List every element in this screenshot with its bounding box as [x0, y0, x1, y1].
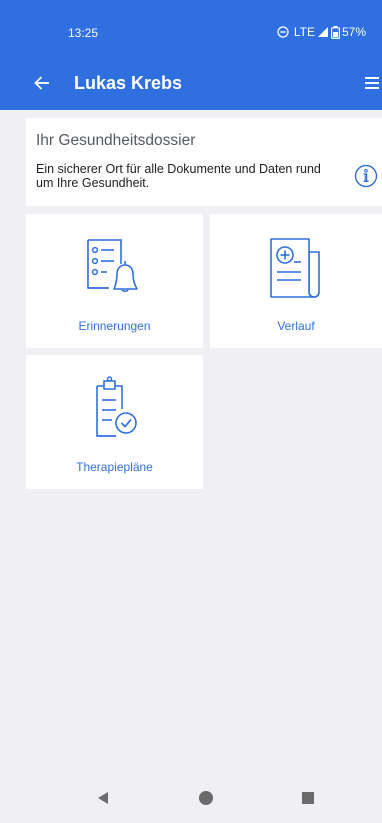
- battery-label: 57%: [341, 25, 366, 39]
- nav-home-icon[interactable]: [198, 790, 214, 806]
- battery-icon: [330, 25, 340, 39]
- tile-label: Erinnerungen: [78, 319, 151, 333]
- tile-therapieplaene[interactable]: Therapiepläne: [26, 355, 203, 489]
- system-nav-bar: [0, 771, 382, 823]
- page-title: Lukas Krebs: [74, 73, 183, 93]
- signal-icon: [317, 27, 328, 37]
- network-label: LTE: [293, 25, 315, 39]
- info-card-description: Ein sicherer Ort für alle Dokumente und …: [36, 162, 321, 190]
- tile-label: Verlauf: [277, 319, 315, 333]
- arrow-left-icon: [34, 76, 49, 90]
- tile-label: Therapiepläne: [76, 460, 153, 474]
- menu-button[interactable]: [362, 72, 382, 94]
- info-card-title: Ihr Gesundheitsdossier: [36, 132, 196, 149]
- reminder-list-bell-icon: [87, 239, 138, 293]
- info-card: Ihr Gesundheitsdossier Ein sicherer Ort …: [26, 118, 382, 206]
- back-button[interactable]: [30, 71, 54, 95]
- nav-recent-apps-icon[interactable]: [302, 792, 314, 804]
- status-time: 13:25: [68, 26, 99, 40]
- app-bar: Lukas Krebs: [0, 56, 382, 110]
- do-not-disturb-icon: [277, 26, 289, 38]
- hamburger-menu-icon: [365, 77, 379, 89]
- info-icon: [354, 164, 378, 188]
- status-bar: 13:25 LTE 57%: [0, 0, 382, 56]
- tile-verlauf[interactable]: Verlauf: [210, 214, 382, 348]
- medical-record-history-icon: [270, 238, 320, 298]
- nav-back-icon[interactable]: [97, 791, 109, 805]
- status-indicators: LTE 57%: [277, 25, 366, 39]
- info-button[interactable]: [354, 164, 378, 188]
- clipboard-check-icon: [96, 376, 137, 437]
- tile-erinnerungen[interactable]: Erinnerungen: [26, 214, 203, 348]
